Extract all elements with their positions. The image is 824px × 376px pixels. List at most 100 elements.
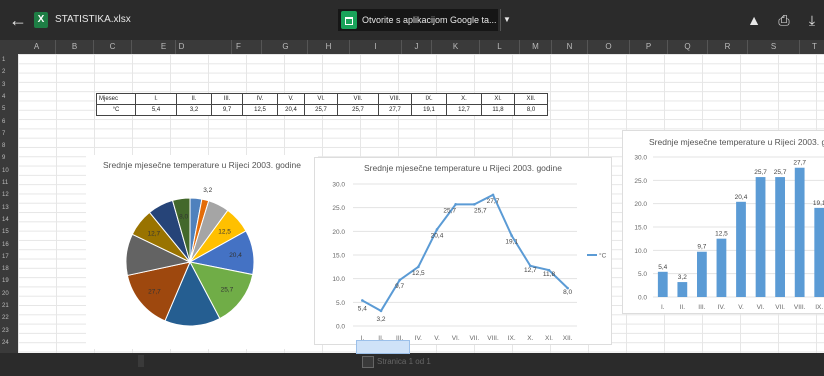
- temperature-cell[interactable]: 20,4: [277, 104, 305, 116]
- row-header[interactable]: 9: [0, 154, 18, 163]
- spreadsheet-preview[interactable]: ABCDEFGHIJKLMNOPQRST 1 2 3 4 5 6 7 8 9 10 11 12 13 14…: [0, 40, 824, 353]
- column-header-g[interactable]: G: [264, 40, 308, 54]
- bar: [697, 251, 707, 297]
- row-header[interactable]: 22: [0, 314, 18, 323]
- x-tick-label: VII.: [775, 304, 785, 311]
- line-point: [379, 309, 383, 313]
- column-header-r[interactable]: R: [708, 40, 748, 54]
- month-cell[interactable]: VII.: [337, 93, 379, 105]
- column-header-h[interactable]: H: [308, 40, 350, 54]
- x-tick-label: XI.: [545, 335, 553, 342]
- row-header[interactable]: 11: [0, 179, 18, 188]
- column-header-i[interactable]: I: [350, 40, 402, 54]
- x-tick-label: V.: [434, 335, 440, 342]
- row-header[interactable]: 17: [0, 253, 18, 262]
- row-header[interactable]: 15: [0, 228, 18, 237]
- month-cell[interactable]: X.: [446, 93, 482, 105]
- temperature-cell[interactable]: 27,7: [378, 104, 412, 116]
- add-to-drive-icon[interactable]: ▲: [746, 12, 762, 28]
- column-header-l[interactable]: L: [480, 40, 520, 54]
- bar-chart[interactable]: Srednje mjesečne temperature u Rijeci 20…: [622, 130, 824, 314]
- row-header[interactable]: 8: [0, 142, 18, 151]
- column-header-b[interactable]: B: [56, 40, 94, 54]
- print-icon[interactable]: ⎙: [776, 12, 792, 28]
- y-tick-label: 15.0: [332, 253, 345, 260]
- bar: [755, 177, 766, 297]
- sheet-tab[interactable]: [356, 340, 410, 354]
- column-header-e[interactable]: E: [152, 40, 176, 54]
- viewer-toolbar: ← X STATISTIKA.xlsx Otvorite s aplikacij…: [0, 0, 824, 40]
- google-sheets-icon: [341, 11, 357, 29]
- column-header-o[interactable]: O: [588, 40, 630, 54]
- bar-data-label: 19,1: [813, 200, 824, 207]
- row-header[interactable]: 12: [0, 191, 18, 200]
- row-header[interactable]: 13: [0, 204, 18, 213]
- temperature-cell[interactable]: 12,7: [446, 104, 482, 116]
- month-cell[interactable]: III.: [211, 93, 243, 105]
- temperature-cell[interactable]: 5,4: [135, 104, 177, 116]
- month-cell[interactable]: II.: [176, 93, 212, 105]
- row-header[interactable]: 14: [0, 216, 18, 225]
- row-header[interactable]: 21: [0, 302, 18, 311]
- row-header[interactable]: 23: [0, 327, 18, 336]
- row-header[interactable]: 5: [0, 105, 18, 114]
- row-header[interactable]: 3: [0, 81, 18, 90]
- month-cell[interactable]: I.: [135, 93, 177, 105]
- column-header-p[interactable]: P: [630, 40, 668, 54]
- row-header[interactable]: 16: [0, 241, 18, 250]
- back-arrow-icon[interactable]: ←: [9, 11, 27, 29]
- y-tick-label: 10.0: [332, 276, 345, 283]
- temperature-cell[interactable]: 19,1: [411, 104, 447, 116]
- temperature-cell[interactable]: 9,7: [211, 104, 243, 116]
- row-header[interactable]: 10: [0, 167, 18, 176]
- y-tick-label: 5.0: [638, 271, 647, 278]
- row-header[interactable]: 19: [0, 277, 18, 286]
- month-cell[interactable]: XII.: [514, 93, 548, 105]
- month-cell[interactable]: VIII.: [378, 93, 412, 105]
- pie-data-label: 25,7: [221, 287, 234, 294]
- column-header-c[interactable]: C: [94, 40, 132, 54]
- column-header-n[interactable]: N: [552, 40, 588, 54]
- download-icon[interactable]: ⤓: [804, 12, 820, 28]
- month-cell[interactable]: IV.: [242, 93, 278, 105]
- temperature-cell[interactable]: 12,5: [242, 104, 278, 116]
- open-with-label[interactable]: Otvorite s aplikacijom Google ta...: [362, 15, 497, 25]
- row-header[interactable]: 24: [0, 339, 18, 348]
- x-tick-label: V.: [738, 304, 744, 311]
- row-header[interactable]: 1: [0, 56, 18, 65]
- month-cell[interactable]: VI.: [304, 93, 338, 105]
- pie-chart[interactable]: Srednje mjesečne temperature u Rijeci 20…: [86, 155, 318, 349]
- line-chart-title: Srednje mjesečne temperature u Rijeci 20…: [364, 163, 562, 173]
- column-header-t[interactable]: T: [800, 40, 824, 54]
- row-header[interactable]: 4: [0, 93, 18, 102]
- temperature-cell[interactable]: 25,7: [304, 104, 338, 116]
- open-with-dropdown-icon[interactable]: ▼: [500, 9, 513, 31]
- row-header[interactable]: 2: [0, 68, 18, 77]
- x-tick-label: X.: [527, 335, 533, 342]
- month-cell[interactable]: V.: [277, 93, 305, 105]
- column-header-f[interactable]: F: [216, 40, 262, 54]
- month-cell[interactable]: XI.: [481, 93, 515, 105]
- column-header-q[interactable]: Q: [668, 40, 708, 54]
- column-header-j[interactable]: J: [402, 40, 432, 54]
- temperature-cell[interactable]: 25,7: [337, 104, 379, 116]
- bar-data-label: 25,7: [754, 169, 767, 176]
- x-tick-label: IX.: [815, 304, 823, 311]
- scroll-indicator: [138, 355, 144, 367]
- column-header-s[interactable]: S: [748, 40, 800, 54]
- temperature-cell[interactable]: 11,8: [481, 104, 515, 116]
- temperature-cell[interactable]: 8,0: [514, 104, 548, 116]
- temperature-cell[interactable]: 3,2: [176, 104, 212, 116]
- column-header-k[interactable]: K: [432, 40, 480, 54]
- row-header[interactable]: 7: [0, 130, 18, 139]
- row-header[interactable]: 18: [0, 265, 18, 274]
- y-tick-label: 30.0: [634, 155, 647, 162]
- column-header-m[interactable]: M: [520, 40, 552, 54]
- legend-label: °C: [599, 252, 607, 260]
- row-header[interactable]: 20: [0, 290, 18, 299]
- y-tick-label: 5.0: [336, 300, 345, 307]
- column-header-a[interactable]: A: [18, 40, 56, 54]
- month-cell[interactable]: IX.: [411, 93, 447, 105]
- line-chart[interactable]: Srednje mjesečne temperature u Rijeci 20…: [314, 157, 612, 345]
- row-header[interactable]: 6: [0, 118, 18, 127]
